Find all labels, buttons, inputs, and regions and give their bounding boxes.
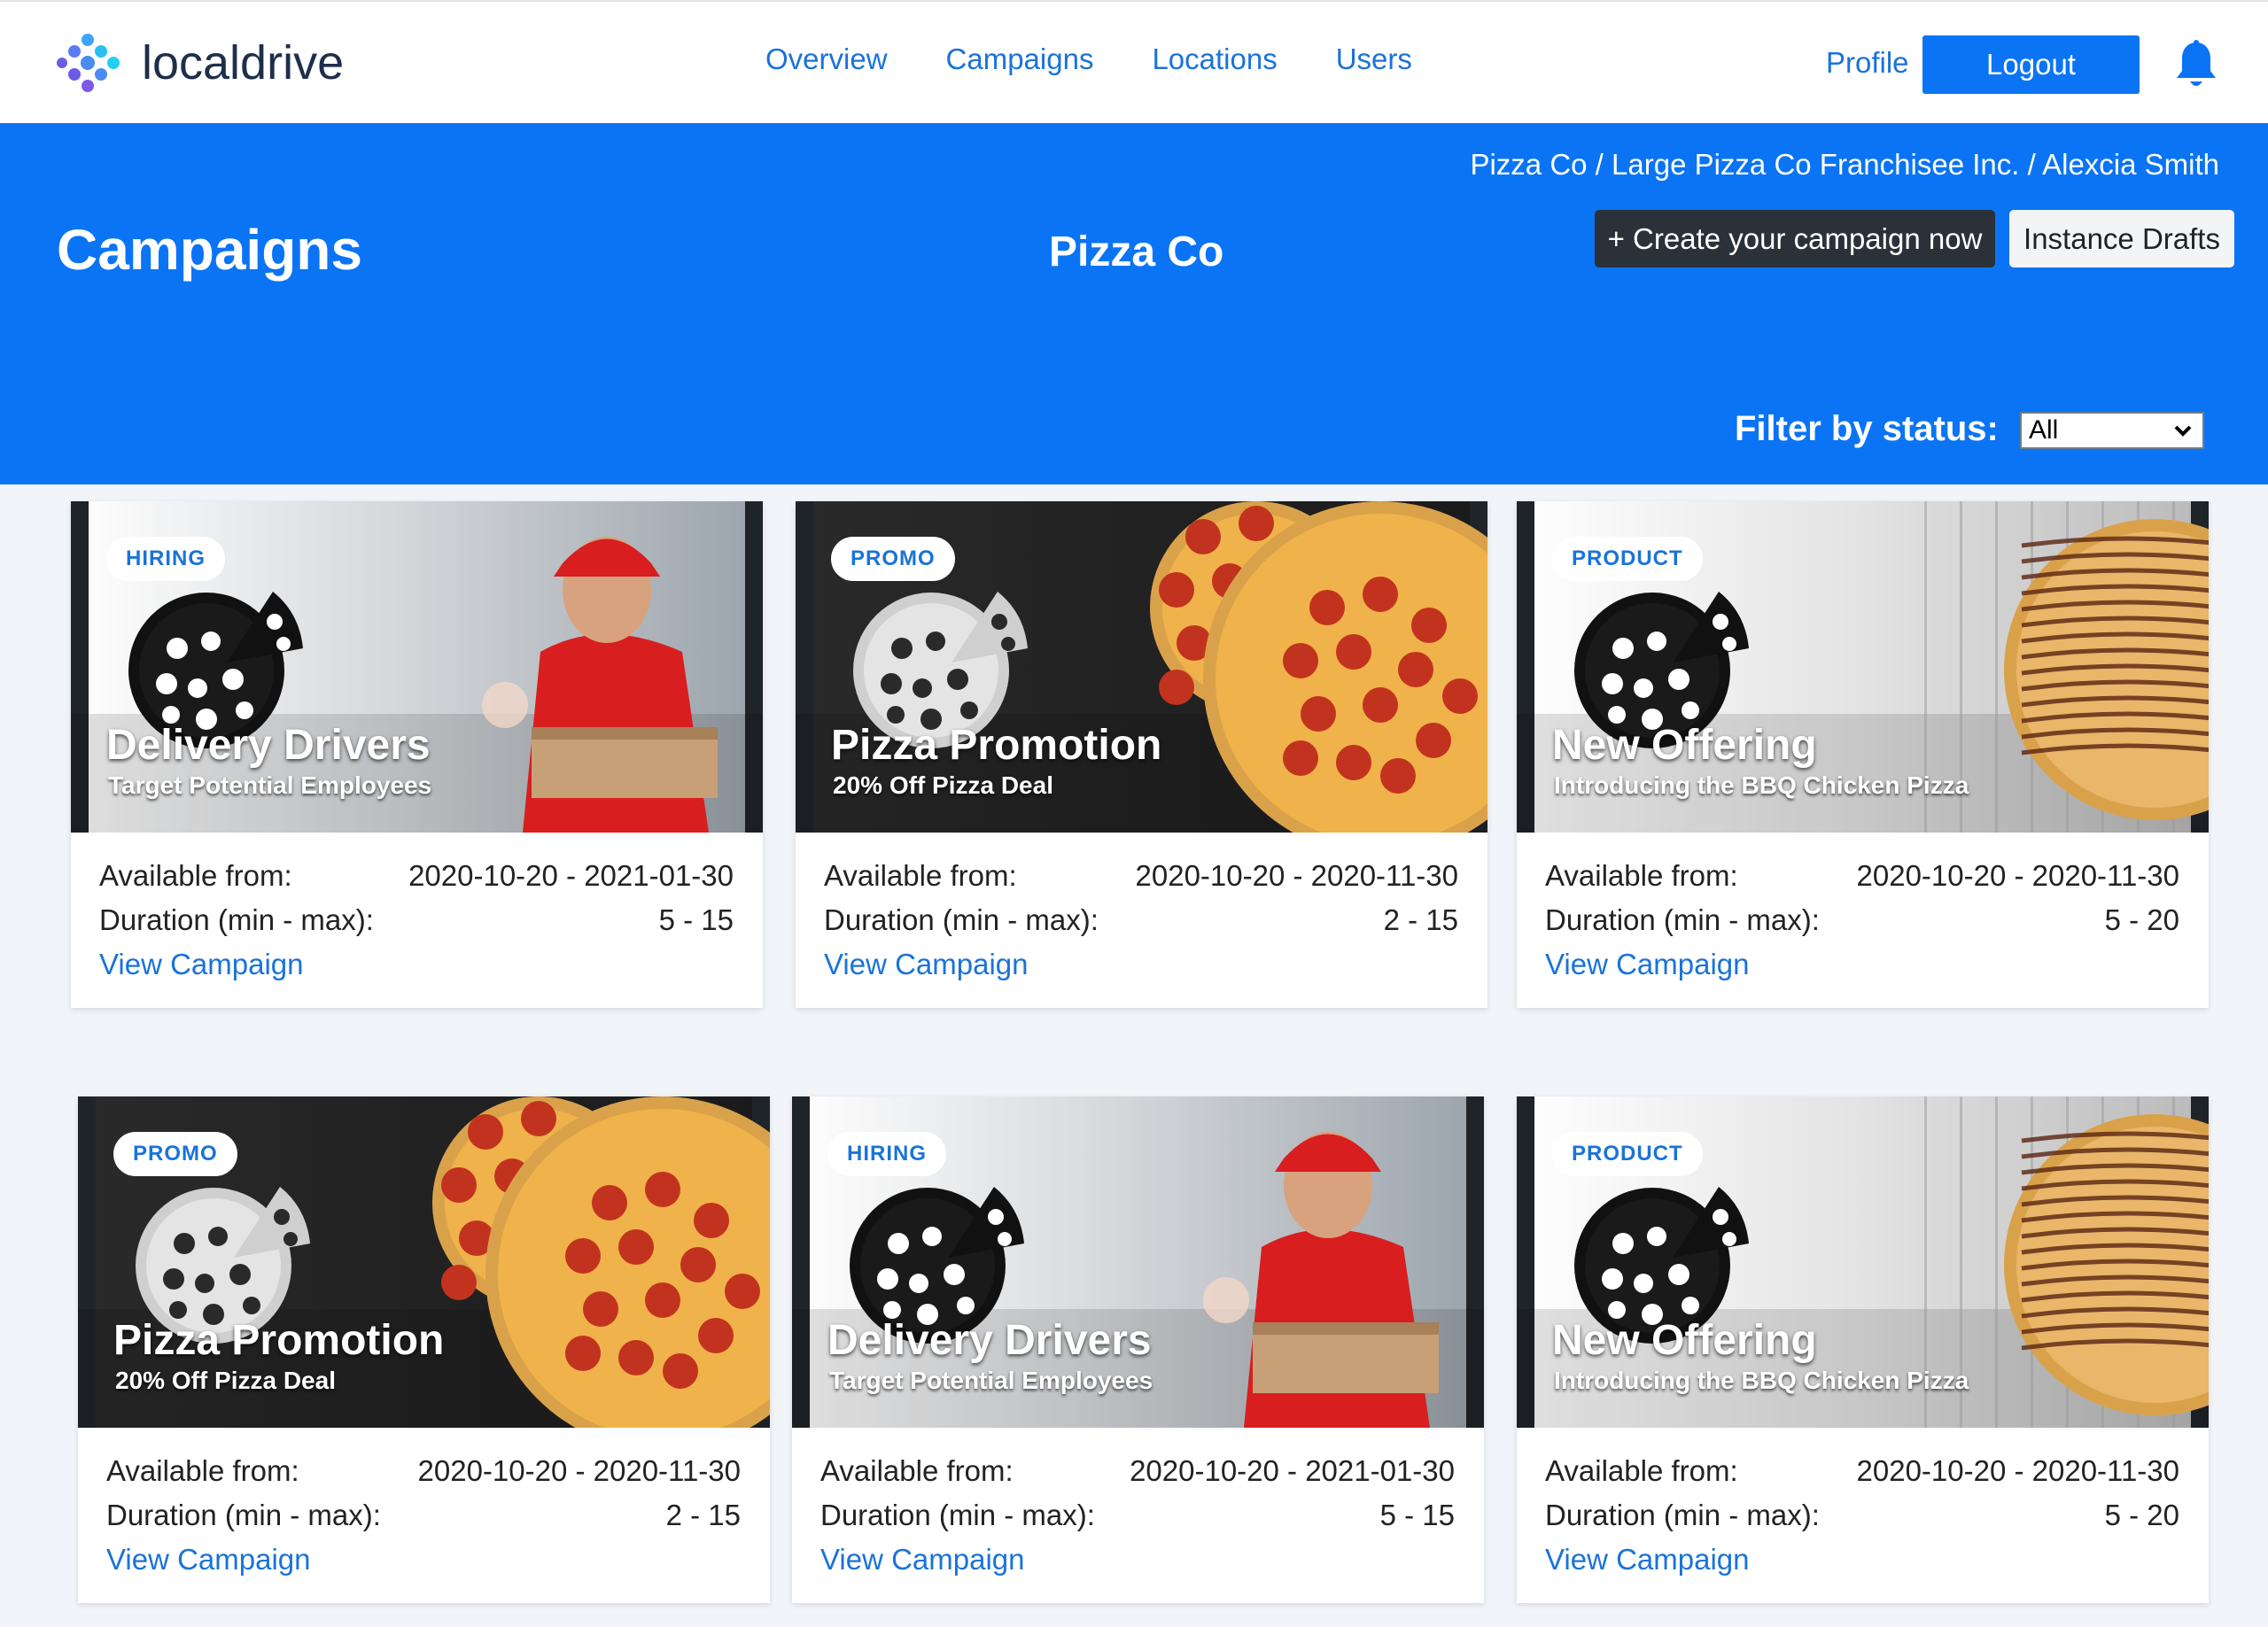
available-from-label: Available from: (106, 1454, 299, 1487)
campaign-image-subtitle: Introducing the BBQ Chicken Pizza (1554, 771, 1969, 799)
campaign-info: Available from: 2020-10-20 - 2021-01-30 … (99, 854, 734, 987)
campaign-card-4: PROMO Pizza Promotion 20% Off Pizza Deal… (78, 1096, 770, 1603)
notifications-bell-icon[interactable] (2172, 39, 2220, 97)
brand-name: localdrive (142, 36, 345, 89)
available-dates: 2020-10-20 - 2021-01-30 (1130, 1454, 1455, 1487)
duration-label: Duration (min - max): (106, 1499, 381, 1531)
page-header: Pizza Co / Large Pizza Co Franchisee Inc… (0, 123, 2268, 484)
view-campaign-link[interactable]: View Campaign (1545, 942, 2179, 987)
duration-value: 2 - 15 (665, 1499, 741, 1531)
duration-label: Duration (min - max): (824, 903, 1099, 936)
campaign-image-subtitle: Target Potential Employees (108, 771, 432, 799)
breadcrumb[interactable]: Pizza Co / Large Pizza Co Franchisee Inc… (1470, 148, 2219, 182)
main-nav: Overview Campaigns Locations Users (765, 43, 1471, 76)
campaign-info: Available from: 2020-10-20 - 2020-11-30 … (824, 854, 1458, 987)
campaign-image[interactable]: HIRING Delivery Drivers Target Potential… (71, 501, 763, 833)
campaign-card-1: HIRING Delivery Drivers Target Potential… (71, 501, 763, 1008)
duration-label: Duration (min - max): (820, 1499, 1095, 1531)
campaign-card-6: PRODUCT New Offering Introducing the BBQ… (1517, 1096, 2209, 1603)
brand-logo[interactable]: localdrive (53, 28, 344, 97)
available-from-label: Available from: (824, 859, 1017, 892)
view-campaign-link[interactable]: View Campaign (106, 1538, 741, 1582)
nav-overview[interactable]: Overview (765, 43, 888, 76)
campaign-image[interactable]: PRODUCT New Offering Introducing the BBQ… (1517, 1096, 2209, 1428)
top-navbar: localdrive Overview Campaigns Locations … (0, 0, 2268, 123)
campaign-image[interactable]: PROMO Pizza Promotion 20% Off Pizza Deal (78, 1096, 770, 1428)
localdrive-logo-icon (57, 34, 120, 92)
campaign-type-badge: PROMO (113, 1132, 237, 1176)
campaign-image-subtitle: 20% Off Pizza Deal (115, 1367, 336, 1394)
campaign-image-subtitle: Target Potential Employees (829, 1367, 1153, 1394)
nav-campaigns[interactable]: Campaigns (946, 43, 1094, 76)
campaign-card-3: PRODUCT New Offering Introducing the BBQ… (1517, 501, 2209, 1008)
campaign-card-5: HIRING Delivery Drivers Target Potential… (792, 1096, 1484, 1603)
available-dates: 2020-10-20 - 2020-11-30 (417, 1454, 741, 1487)
duration-value: 5 - 20 (2104, 1499, 2179, 1531)
campaign-info: Available from: 2020-10-20 - 2020-11-30 … (1545, 854, 2179, 987)
available-dates: 2020-10-20 - 2020-11-30 (1135, 859, 1458, 892)
duration-label: Duration (min - max): (1545, 903, 1820, 936)
campaign-image-title: Delivery Drivers (106, 722, 431, 769)
campaign-type-badge: PROMO (831, 537, 955, 581)
campaign-image[interactable]: PROMO Pizza Promotion 20% Off Pizza Deal (796, 501, 1487, 833)
campaign-image-title: New Offering (1552, 1317, 1817, 1364)
available-dates: 2020-10-20 - 2020-11-30 (1856, 859, 2179, 892)
campaign-image-title: Delivery Drivers (827, 1317, 1152, 1364)
filter-status-value: All (2029, 415, 2059, 445)
campaign-image-subtitle: Introducing the BBQ Chicken Pizza (1554, 1367, 1969, 1394)
duration-value: 2 - 15 (1383, 903, 1458, 936)
campaign-image[interactable]: HIRING Delivery Drivers Target Potential… (792, 1096, 1484, 1428)
page-title: Campaigns (57, 218, 362, 282)
view-campaign-link[interactable]: View Campaign (820, 1538, 1455, 1582)
instance-drafts-button[interactable]: Instance Drafts (2009, 210, 2234, 267)
campaign-type-badge: PRODUCT (1552, 1132, 1703, 1176)
filter-status-select[interactable]: All (2020, 412, 2204, 449)
campaign-image[interactable]: PRODUCT New Offering Introducing the BBQ… (1517, 501, 2209, 833)
available-from-label: Available from: (99, 859, 292, 892)
nav-locations[interactable]: Locations (1152, 43, 1277, 76)
view-campaign-link[interactable]: View Campaign (99, 942, 734, 987)
campaign-info: Available from: 2020-10-20 - 2021-01-30 … (820, 1449, 1455, 1582)
campaign-image-title: New Offering (1552, 722, 1817, 769)
view-campaign-link[interactable]: View Campaign (824, 942, 1458, 987)
logout-button[interactable]: Logout (1922, 35, 2140, 94)
duration-value: 5 - 20 (2104, 903, 2179, 936)
campaign-card-2: PROMO Pizza Promotion 20% Off Pizza Deal… (796, 501, 1487, 1008)
campaign-image-title: Pizza Promotion (831, 722, 1162, 769)
campaign-type-badge: HIRING (827, 1132, 946, 1176)
duration-value: 5 - 15 (658, 903, 734, 936)
available-from-label: Available from: (1545, 1454, 1738, 1487)
campaign-type-badge: PRODUCT (1552, 537, 1703, 581)
campaign-info: Available from: 2020-10-20 - 2020-11-30 … (106, 1449, 741, 1582)
view-campaign-link[interactable]: View Campaign (1545, 1538, 2179, 1582)
available-dates: 2020-10-20 - 2020-11-30 (1856, 1454, 2179, 1487)
duration-label: Duration (min - max): (1545, 1499, 1820, 1531)
campaign-image-title: Pizza Promotion (113, 1317, 445, 1364)
available-dates: 2020-10-20 - 2021-01-30 (408, 859, 734, 892)
available-from-label: Available from: (1545, 859, 1738, 892)
available-from-label: Available from: (820, 1454, 1014, 1487)
campaign-image-subtitle: 20% Off Pizza Deal (833, 771, 1053, 799)
nav-users[interactable]: Users (1336, 43, 1412, 76)
organization-title: Pizza Co (1049, 229, 1224, 275)
duration-value: 5 - 15 (1379, 1499, 1455, 1531)
campaign-info: Available from: 2020-10-20 - 2020-11-30 … (1545, 1449, 2179, 1582)
create-campaign-button[interactable]: + Create your campaign now (1595, 210, 1995, 267)
campaign-type-badge: HIRING (106, 537, 225, 581)
filter-status-label: Filter by status: (1735, 409, 1999, 448)
profile-link[interactable]: Profile (1826, 46, 1909, 80)
duration-label: Duration (min - max): (99, 903, 374, 936)
chevron-down-icon (2174, 425, 2192, 437)
